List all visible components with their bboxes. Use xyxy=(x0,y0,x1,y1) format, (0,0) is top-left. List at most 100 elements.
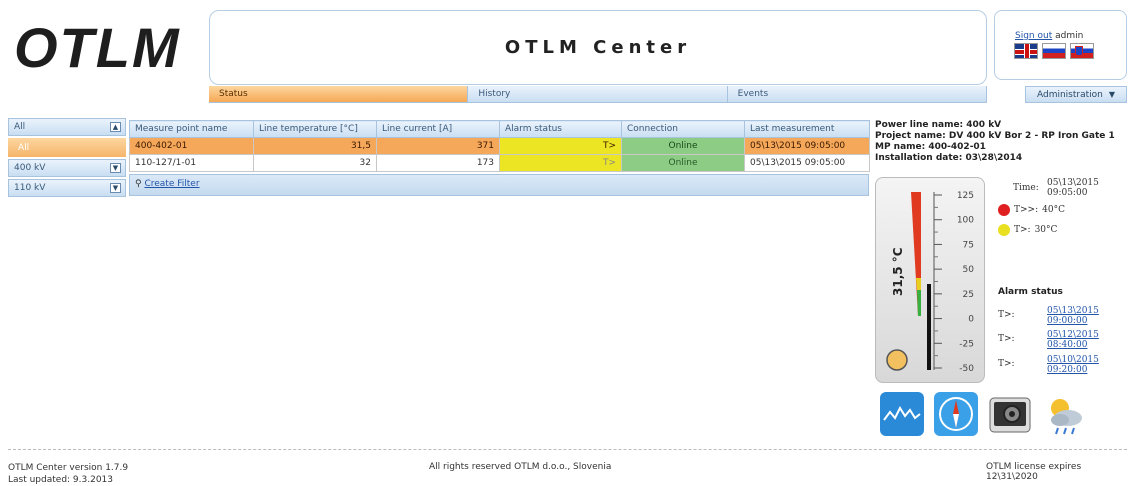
tool-icons xyxy=(878,390,1088,438)
russia-flag-icon[interactable] xyxy=(1042,43,1066,59)
scale-label: 75 xyxy=(963,240,974,250)
scale-ticks: 125 100 75 50 25 0 -25 -50 xyxy=(934,191,974,374)
footer-version: OTLM Center version 1.7.9 Last updated: … xyxy=(8,462,128,486)
sign-out-link[interactable]: Sign out xyxy=(1015,31,1052,41)
chart-icon[interactable] xyxy=(878,390,926,438)
temperature-scale-green xyxy=(917,290,921,316)
column-header[interactable]: Line current [A] xyxy=(376,120,500,138)
cell-temperature: 31,5 xyxy=(253,137,377,155)
license-text: OTLM license expires 12\31\2020 xyxy=(986,462,1082,482)
version-text: OTLM Center version 1.7.9 xyxy=(8,463,129,473)
scale-label: 25 xyxy=(963,290,974,300)
cell-name: 110-127/1-01 xyxy=(129,154,254,172)
create-filter-bar: ⚲ Create Filter xyxy=(129,174,869,196)
administration-menu[interactable]: Administration ▼ xyxy=(1025,86,1127,103)
red-dot-icon xyxy=(998,204,1010,216)
alarm-entry-link[interactable]: 05\10\2015 09:20:00 xyxy=(1047,355,1099,375)
tab-history[interactable]: History xyxy=(468,86,728,103)
expand-icon[interactable]: ▼ xyxy=(110,183,121,193)
cell-last-measurement: 05\13\2015 09:05:00 xyxy=(744,154,870,172)
uk-flag-icon[interactable] xyxy=(1014,43,1038,59)
user-panel: Sign out admin xyxy=(994,10,1127,80)
cell-current: 371 xyxy=(376,137,500,155)
filter-group-label: All xyxy=(14,122,26,132)
threshold-value: 30°C xyxy=(1034,225,1058,235)
alarm-entry-label: T>: xyxy=(998,310,1015,320)
scale-label: 0 xyxy=(968,315,974,325)
slovenia-flag-icon[interactable] xyxy=(1070,43,1094,59)
alarm-date: 05\12\2015 xyxy=(1047,330,1099,340)
cell-current: 173 xyxy=(376,154,500,172)
filter-group-label: 110 kV xyxy=(14,183,46,193)
tab-events[interactable]: Events xyxy=(727,86,987,103)
copyright-text: All rights reserved OTLM d.o.o., Sloveni… xyxy=(429,462,612,472)
column-header[interactable]: Last measurement xyxy=(744,120,870,138)
time-label: Time: xyxy=(1013,183,1039,193)
alarm-entry-link[interactable]: 05\13\2015 09:00:00 xyxy=(1047,306,1099,326)
filter-item-all[interactable]: All xyxy=(8,138,126,157)
installation-date: Installation date: 03\28\2014 xyxy=(875,153,1023,163)
alarm-entry-label: T>: xyxy=(998,334,1015,344)
thermometer-graphic: 125 100 75 50 25 0 -25 -50 31,5 °C xyxy=(886,191,974,374)
otlm-logo: OTLM xyxy=(14,16,181,79)
cell-temperature: 32 xyxy=(253,154,377,172)
scale-label: 50 xyxy=(963,265,975,275)
filter-group-400kv[interactable]: 400 kV ▼ xyxy=(8,159,126,177)
language-flags xyxy=(1014,43,1094,59)
footer-divider xyxy=(8,449,1127,450)
camera-icon[interactable] xyxy=(986,390,1034,438)
scale-label: -25 xyxy=(959,339,974,349)
compass-icon[interactable] xyxy=(932,390,980,438)
column-header[interactable]: Measure point name xyxy=(129,120,254,138)
cell-name: 400-402-01 xyxy=(129,137,254,155)
tab-status[interactable]: Status xyxy=(209,86,469,103)
alarm-time: 09:00:00 xyxy=(1047,316,1088,326)
alarm-entry-link[interactable]: 05\12\2015 08:40:00 xyxy=(1047,330,1099,350)
table-header-row: Measure point name Line temperature [°C]… xyxy=(129,120,870,138)
expand-icon[interactable]: ▼ xyxy=(110,163,121,173)
time-date: 05\13\2015 xyxy=(1047,178,1099,188)
filter-group-all[interactable]: All ▲ xyxy=(8,118,126,136)
administration-label: Administration xyxy=(1036,89,1103,100)
table-row[interactable]: 110-127/1-01 32 173 T> Online 05\13\2015… xyxy=(129,154,870,172)
scale-label: -50 xyxy=(959,364,974,374)
filter-group-label: 400 kV xyxy=(14,163,46,173)
cell-connection: Online xyxy=(621,154,745,172)
cell-connection: Online xyxy=(621,137,745,155)
thermometer-bulb xyxy=(886,349,908,371)
filter-panel: All ▲ All 400 kV ▼ 110 kV ▼ xyxy=(8,118,126,199)
create-filter-link[interactable]: Create Filter xyxy=(144,179,199,189)
threshold-value: 40°C xyxy=(1042,205,1065,215)
mp-name: MP name: 400-402-01 xyxy=(875,142,986,152)
collapse-icon[interactable]: ▲ xyxy=(110,122,121,132)
column-header[interactable]: Line temperature [°C] xyxy=(253,120,377,138)
temperature-reading: 31,5 °C xyxy=(891,247,905,296)
time-time: 09:05:00 xyxy=(1047,188,1088,198)
weather-icon[interactable] xyxy=(1040,390,1088,438)
cell-alarm: T> xyxy=(499,154,622,172)
alarm-status-title: Alarm status xyxy=(998,287,1063,297)
cell-alarm: T> xyxy=(499,137,622,155)
page-title: OTLM Center xyxy=(209,10,987,85)
table-row[interactable]: 400-402-01 31,5 371 T> Online 05\13\2015… xyxy=(129,137,870,155)
cell-last-measurement: 05\13\2015 09:05:00 xyxy=(744,137,870,155)
time-value: 05\13\2015 09:05:00 xyxy=(1047,178,1099,198)
alarm-date: 05\10\2015 xyxy=(1047,355,1099,365)
measure-point-details: Power line name: 400 kV Project name: DV… xyxy=(875,120,1127,164)
thermometer-widget: 125 100 75 50 25 0 -25 -50 31,5 °C xyxy=(875,177,985,383)
measure-points-table: Measure point name Line temperature [°C]… xyxy=(129,120,870,172)
filter-icon: ⚲ xyxy=(135,179,142,189)
last-updated-text: Last updated: 9.3.2013 xyxy=(8,475,114,485)
threshold-high: T>>: 40°C xyxy=(998,204,1065,216)
chevron-down-icon: ▼ xyxy=(1108,90,1115,99)
alarm-entry-label: T>: xyxy=(998,359,1015,369)
alarm-date: 05\13\2015 xyxy=(1047,306,1099,316)
column-header[interactable]: Alarm status xyxy=(499,120,622,138)
column-header[interactable]: Connection xyxy=(621,120,745,138)
mercury-column xyxy=(927,284,931,370)
yellow-dot-icon xyxy=(998,224,1010,236)
filter-group-110kv[interactable]: 110 kV ▼ xyxy=(8,179,126,197)
alarm-time: 08:40:00 xyxy=(1047,340,1088,350)
scale-label: 100 xyxy=(957,216,974,226)
power-line-name: Power line name: 400 kV xyxy=(875,120,1002,130)
